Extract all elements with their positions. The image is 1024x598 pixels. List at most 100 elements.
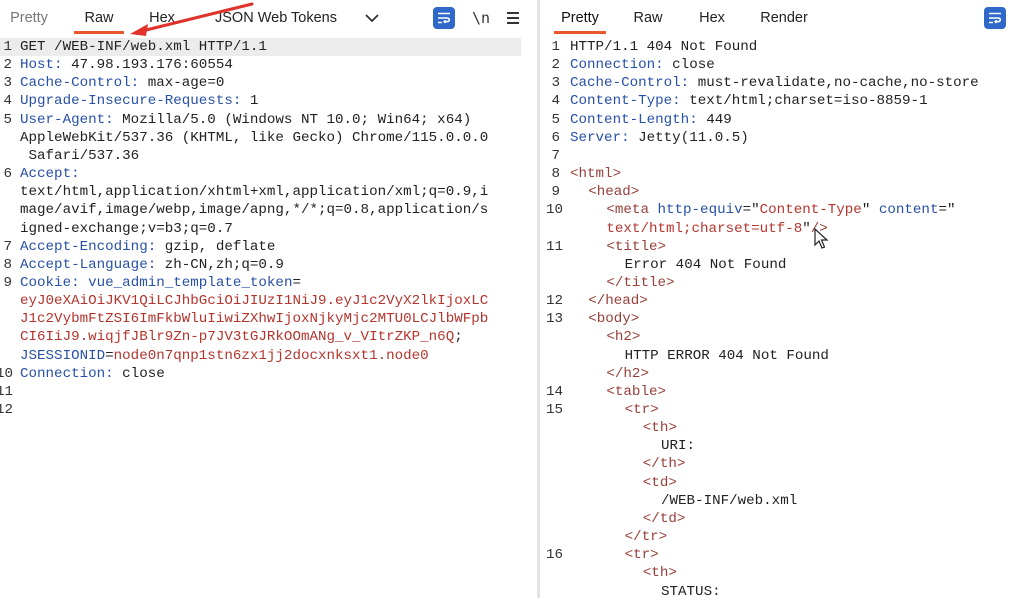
code-token: URI: — [661, 438, 696, 455]
code-token: Server: — [570, 129, 630, 146]
code-line: AppleWebKit/537.36 (KHTML, like Gecko) C… — [20, 130, 488, 146]
chevron-down-icon[interactable] — [362, 8, 384, 30]
tab-pretty[interactable]: Pretty — [548, 0, 612, 37]
code-token: <body> — [588, 311, 640, 328]
code-token: HTTP ERROR 404 Not Found — [624, 347, 829, 364]
tab-hex[interactable]: Hex — [690, 0, 734, 37]
code-line: <h2> — [606, 329, 640, 345]
tab-raw[interactable]: Raw — [624, 0, 672, 37]
code-token: <th> — [642, 420, 677, 437]
line-number: 9 — [3, 274, 12, 291]
line-number: 7 — [3, 238, 12, 255]
code-line: Server: Jetty(11.0.5) — [570, 130, 749, 146]
code-token: <html> — [570, 166, 622, 183]
line-number: 11 — [0, 383, 14, 400]
code-token: <table> — [606, 383, 666, 400]
line-number: 12 — [0, 402, 14, 418]
line-number: 8 — [3, 256, 12, 273]
code-token: Connection: — [570, 57, 664, 74]
code-token: <th> — [642, 565, 677, 582]
code-token: text/html,application/xhtml+xml,applicat… — [20, 184, 489, 201]
code-token: " — [802, 220, 811, 237]
code-token: text/html;charset=utf-8 — [606, 220, 803, 237]
code-line: eyJ0eXAiOiJKV1QiLCJhbGciOiJIUzI1NiJ9.eyJ… — [20, 293, 488, 309]
code-token: eyJ0eXAiOiJKV1QiLCJhbGciOiJIUzI1NiJ9.eyJ… — [20, 293, 489, 310]
line-number: 6 — [3, 166, 12, 183]
code-line: Error 404 Not Found — [625, 257, 787, 273]
code-token: 449 — [697, 111, 732, 128]
code-line: HTTP/1.1 404 Not Found — [570, 39, 757, 55]
code-token: igned-exchange;v=b3;q=0.7 — [20, 220, 233, 237]
format-lines-icon[interactable] — [433, 7, 455, 29]
code-line: Upgrade-Insecure-Requests: 1 — [20, 93, 258, 109]
code-line: Cache-Control: must-revalidate,no-cache,… — [570, 75, 979, 91]
code-token: HTTP/1.1 404 Not Found — [570, 39, 758, 55]
code-token: = — [292, 274, 301, 291]
request-editor[interactable]: 1 GET /WEB-INF/web.xml HTTP/1.1 2 Host: 47.… — [0, 37, 537, 598]
hamburger-menu-icon[interactable] — [502, 7, 524, 29]
response-editor[interactable]: 1 HTTP/1.1 404 Not Found 2 Connection: clos… — [540, 37, 1024, 598]
code-line: <th> — [643, 565, 677, 581]
code-token: Cache-Control: — [20, 75, 140, 92]
code-token: AppleWebKit/537.36 (KHTML, like Gecko) C… — [20, 129, 489, 146]
code-line: Accept: — [20, 166, 80, 182]
line-number: 10 — [546, 202, 564, 219]
code-token: text/html;charset=iso-8859-1 — [680, 93, 928, 110]
code-token: Content-Length: — [570, 111, 698, 128]
code-line: <head> — [588, 184, 639, 200]
code-token: Error 404 Not Found — [624, 256, 787, 273]
code-token: ; — [454, 329, 463, 346]
code-token: <td> — [642, 474, 677, 491]
code-line: <table> — [606, 384, 666, 400]
format-lines-icon[interactable] — [984, 7, 1006, 29]
code-token: /WEB-INF/web.xml — [661, 492, 798, 509]
tab-json-web-tokens[interactable]: JSON Web Tokens — [203, 0, 349, 37]
line-number: 1 — [551, 39, 560, 55]
code-token: max-age=0 — [139, 75, 225, 92]
line-number: 16 — [546, 547, 564, 564]
code-line: </tr> — [625, 529, 668, 545]
code-line: Content-Type: text/html;charset=iso-8859… — [570, 93, 928, 109]
code-token: 47.98.193.176:60554 — [62, 57, 233, 74]
code-line: STATUS: — [661, 584, 721, 598]
line-number: 3 — [551, 75, 560, 92]
code-line: mage/avif,image/webp,image/apng,*/*;q=0.… — [20, 202, 488, 218]
response-tabbar: Pretty Raw Hex Render — [540, 0, 1024, 37]
code-token: Upgrade-Insecure-Requests: — [20, 93, 242, 110]
code-line: <th> — [643, 420, 677, 436]
code-token: http-equiv — [657, 202, 743, 219]
code-token: = — [105, 347, 114, 364]
tab-raw[interactable]: Raw — [68, 0, 130, 37]
code-token: Safari/537.36 — [20, 147, 140, 164]
code-line: Cookie: vue_admin_template_token= — [20, 275, 301, 291]
line-number: 8 — [551, 166, 560, 183]
code-line: CI6IiJ9.wiqjfJBlr9Zn-p7JV3tGJRkOOmANg_v_… — [20, 329, 463, 345]
newline-toggle-icon[interactable]: \n — [470, 7, 492, 29]
code-line: Connection: close — [20, 366, 165, 382]
tab-render[interactable]: Render — [752, 0, 816, 37]
code-token: zh-CN,zh;q=0.9 — [156, 256, 284, 273]
code-line: </td> — [643, 511, 686, 527]
line-number: 5 — [551, 111, 560, 128]
line-number: 4 — [3, 93, 12, 110]
line-number: 9 — [551, 184, 560, 201]
line-number: 13 — [546, 311, 564, 328]
line-number: 14 — [546, 383, 564, 400]
code-line: <html> — [570, 166, 621, 182]
code-line: /WEB-INF/web.xml — [661, 493, 797, 509]
code-line: Accept-Encoding: gzip, deflate — [20, 239, 275, 255]
line-number: 3 — [3, 75, 12, 92]
tab-pretty[interactable]: Pretty — [2, 0, 56, 37]
code-token: </tr> — [624, 529, 668, 546]
code-token: close — [663, 57, 715, 74]
code-line: </th> — [643, 456, 686, 472]
line-number: 2 — [3, 57, 12, 74]
code-line: J1c2VybmFtZSI6ImFkbWluIiwiZXhwIjoxNjkyMj… — [20, 311, 488, 327]
code-token: Cache-Control: — [570, 75, 690, 92]
code-line: URI: — [661, 438, 695, 454]
tab-hex[interactable]: Hex — [140, 0, 184, 37]
request-tabbar: Pretty Raw Hex JSON Web Tokens \n — [0, 0, 537, 37]
code-token: </th> — [642, 456, 686, 473]
code-line: text/html,application/xhtml+xml,applicat… — [20, 184, 488, 200]
code-line: Accept-Language: zh-CN,zh;q=0.9 — [20, 257, 284, 273]
